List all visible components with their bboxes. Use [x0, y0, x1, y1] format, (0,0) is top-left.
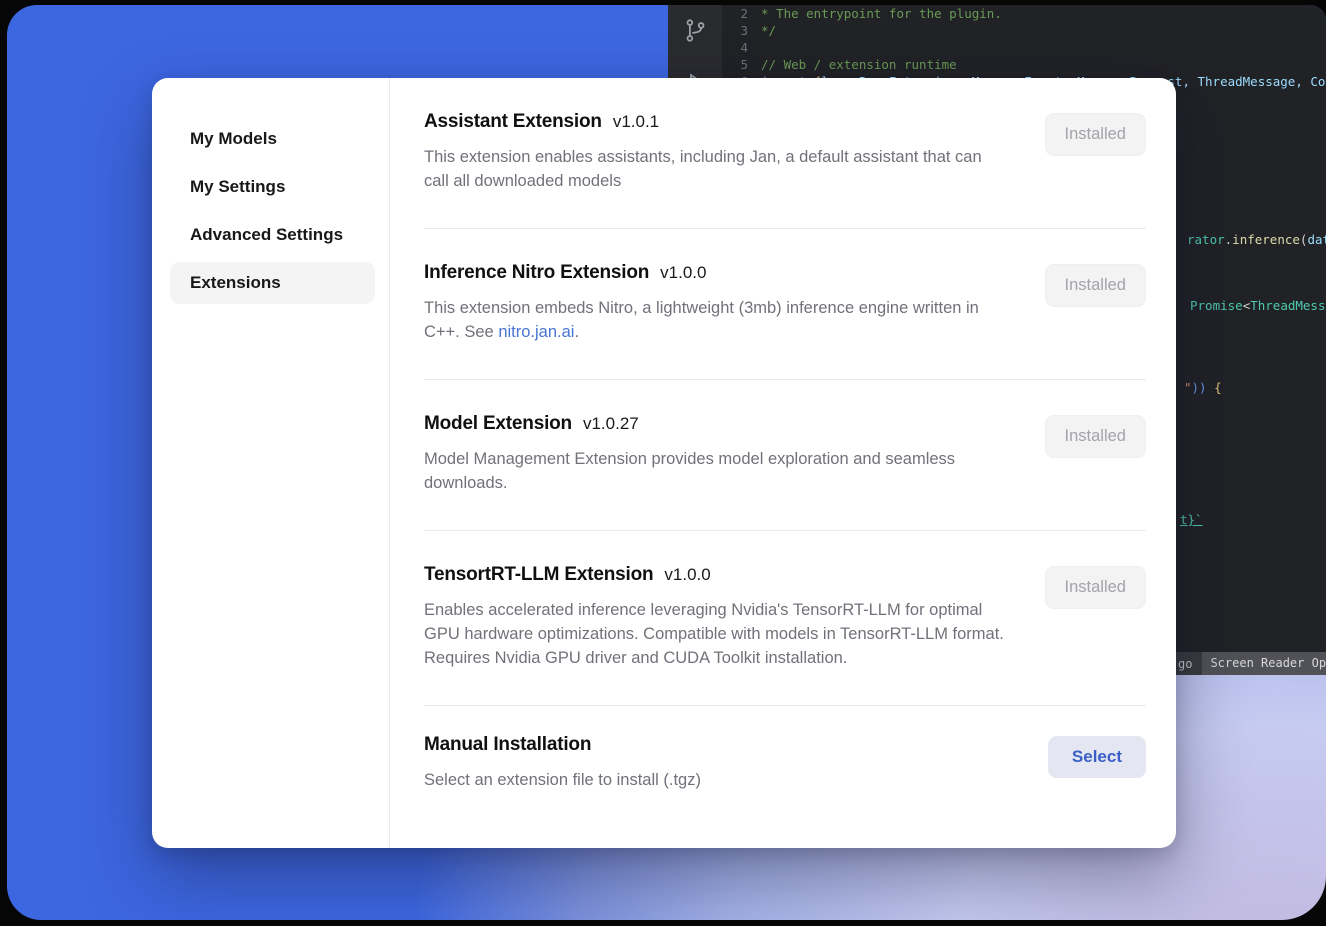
- extension-version: v1.0.0: [660, 263, 706, 283]
- installed-button[interactable]: Installed: [1045, 566, 1146, 609]
- extension-version: v1.0.0: [664, 565, 710, 585]
- sidebar-item-my-models[interactable]: My Models: [170, 118, 375, 160]
- source-control-icon[interactable]: [682, 17, 709, 44]
- code-fragment: Promise<ThreadMessage>: [1190, 298, 1326, 313]
- extensions-list: Assistant Extension v1.0.1 This extensio…: [390, 78, 1176, 848]
- extension-description: Model Management Extension provides mode…: [424, 447, 1004, 495]
- line-number: 5: [722, 56, 748, 73]
- installed-button[interactable]: Installed: [1045, 113, 1146, 156]
- select-file-button[interactable]: Select: [1048, 736, 1146, 778]
- line-number: 2: [722, 5, 748, 22]
- extension-version: v1.0.1: [613, 112, 659, 132]
- manual-installation-row: Manual Installation Select an extension …: [424, 706, 1146, 827]
- code-comment: // Web / extension runtime: [748, 56, 957, 73]
- code-comment: */: [748, 22, 776, 39]
- code-line: 2 * The entrypoint for the plugin.: [722, 5, 1326, 22]
- extension-description: Enables accelerated inference leveraging…: [424, 598, 1004, 670]
- sidebar-item-extensions[interactable]: Extensions: [170, 262, 375, 304]
- line-number: 3: [722, 22, 748, 39]
- manual-installation-description: Select an extension file to install (.tg…: [424, 768, 701, 792]
- extension-description: This extension embeds Nitro, a lightweig…: [424, 296, 1004, 344]
- extension-version: v1.0.27: [583, 414, 639, 434]
- extension-row-tensorrt: TensortRT-LLM Extension v1.0.0 Enables a…: [424, 531, 1146, 706]
- status-bar-text: go: [1178, 657, 1192, 671]
- settings-sidebar: My Models My Settings Advanced Settings …: [152, 78, 390, 848]
- installed-button[interactable]: Installed: [1045, 415, 1146, 458]
- code-empty-line: [748, 39, 761, 56]
- extension-name: Assistant Extension: [424, 111, 602, 133]
- page-background: 2 * The entrypoint for the plugin. 3 */ …: [7, 5, 1326, 920]
- settings-modal: My Models My Settings Advanced Settings …: [152, 78, 1176, 848]
- code-line: 5 // Web / extension runtime: [722, 56, 1326, 73]
- line-number: 4: [722, 39, 748, 56]
- sidebar-item-advanced-settings[interactable]: Advanced Settings: [170, 214, 375, 256]
- code-comment: * The entrypoint for the plugin.: [748, 5, 1002, 22]
- extension-row-model: Model Extension v1.0.27 Model Management…: [424, 380, 1146, 531]
- code-fragment: t}`: [1180, 512, 1203, 527]
- nitro-jan-ai-link[interactable]: nitro.jan.ai: [498, 323, 574, 341]
- extension-row-nitro: Inference Nitro Extension v1.0.0 This ex…: [424, 229, 1146, 380]
- screen-reader-badge[interactable]: Screen Reader Optimize: [1202, 652, 1326, 675]
- extension-name: Inference Nitro Extension: [424, 262, 649, 284]
- manual-installation-title: Manual Installation: [424, 734, 591, 756]
- extension-description: This extension enables assistants, inclu…: [424, 145, 1004, 193]
- code-line: 3 */: [722, 22, 1326, 39]
- extension-name: TensortRT-LLM Extension: [424, 564, 653, 586]
- code-fragment: rator.inference(data));: [1187, 232, 1326, 247]
- extension-row-assistant: Assistant Extension v1.0.1 This extensio…: [424, 78, 1146, 229]
- installed-button[interactable]: Installed: [1045, 264, 1146, 307]
- extension-name: Model Extension: [424, 413, 572, 435]
- sidebar-item-my-settings[interactable]: My Settings: [170, 166, 375, 208]
- code-line: 4: [722, 39, 1326, 56]
- code-fragment: ")) {: [1184, 380, 1222, 395]
